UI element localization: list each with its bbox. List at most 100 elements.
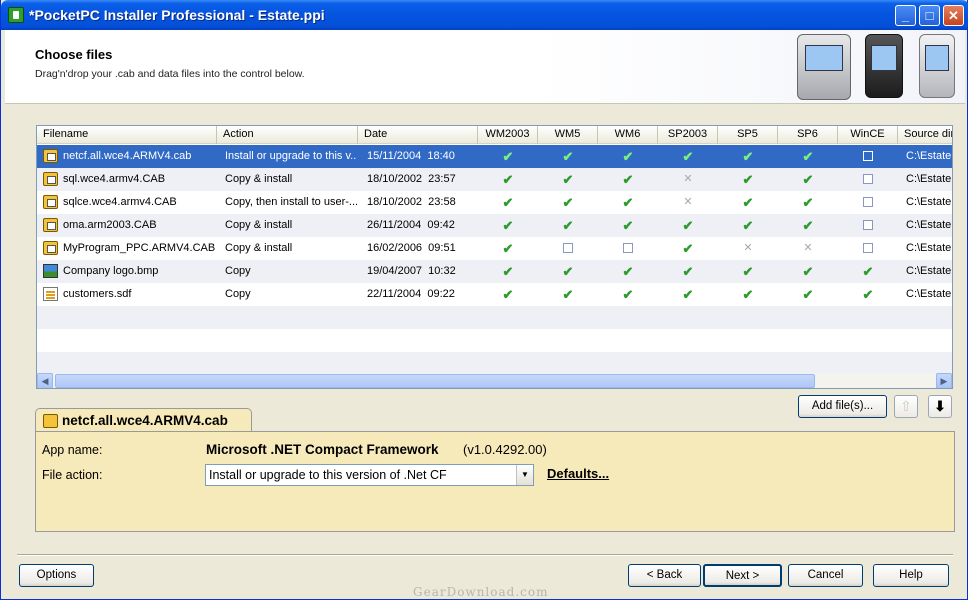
title-bar[interactable]: *PocketPC Installer Professional - Estat… bbox=[1, 0, 968, 30]
app-icon bbox=[8, 7, 24, 23]
column-sp6[interactable]: SP6 bbox=[778, 126, 838, 144]
options-button[interactable]: Options bbox=[19, 564, 94, 587]
empty-checkbox-icon bbox=[563, 243, 573, 254]
table-row[interactable]: oma.arm2003.CAB Copy & install 26/11/2004 … bbox=[37, 214, 952, 237]
horizontal-scrollbar[interactable]: ◀ ▶ bbox=[37, 373, 952, 388]
checkmark-icon: ✔ bbox=[682, 149, 694, 164]
file-list[interactable]: Filename Action Date WM2003 WM5 WM6 SP20… bbox=[36, 125, 953, 389]
cell-wm2003[interactable]: ✔ bbox=[478, 145, 538, 168]
cell-wince[interactable] bbox=[838, 191, 898, 214]
maximize-button[interactable]: □ bbox=[919, 5, 940, 26]
table-row[interactable]: sqlce.wce4.armv4.CAB Copy, then install t… bbox=[37, 191, 952, 214]
cell-wm5[interactable]: ✔ bbox=[538, 214, 598, 237]
column-date[interactable]: Date bbox=[358, 126, 478, 144]
scroll-right-icon[interactable]: ▶ bbox=[936, 373, 952, 388]
column-wm2003[interactable]: WM2003 bbox=[478, 126, 538, 144]
cell-sp6[interactable]: ✕ bbox=[778, 237, 838, 260]
cell-wm5[interactable] bbox=[538, 237, 598, 260]
column-wince[interactable]: WinCE bbox=[838, 126, 898, 144]
cell-sp6[interactable]: ✔ bbox=[778, 260, 838, 283]
cell-sp5[interactable]: ✔ bbox=[718, 260, 778, 283]
table-row[interactable]: netcf.all.wce4.ARMV4.cab Install or upgra… bbox=[37, 145, 952, 168]
column-filename[interactable]: Filename bbox=[37, 126, 217, 144]
cell-wm5[interactable]: ✔ bbox=[538, 145, 598, 168]
cell-sp2003[interactable]: ✔ bbox=[658, 260, 718, 283]
minimize-button[interactable]: _ bbox=[895, 5, 916, 26]
column-sp2003[interactable]: SP2003 bbox=[658, 126, 718, 144]
cell-wm6[interactable]: ✔ bbox=[598, 283, 658, 306]
cell-wm2003[interactable]: ✔ bbox=[478, 214, 538, 237]
cell-sp5[interactable]: ✔ bbox=[718, 145, 778, 168]
file-action-select[interactable]: Install or upgrade to this version of .N… bbox=[205, 464, 534, 486]
column-source-dir[interactable]: Source dir bbox=[898, 126, 952, 144]
cell-wm6[interactable]: ✔ bbox=[598, 191, 658, 214]
table-row[interactable]: customers.sdf Copy 22/11/2004 09:22 ✔ ✔ ✔ ✔ ✔ ✔ ✔… bbox=[37, 283, 952, 306]
cell-wm2003[interactable]: ✔ bbox=[478, 283, 538, 306]
cell-wince[interactable]: ✔ bbox=[838, 260, 898, 283]
checkmark-icon: ✔ bbox=[622, 264, 634, 279]
cell-sp6[interactable]: ✔ bbox=[778, 191, 838, 214]
cell-wince[interactable] bbox=[838, 214, 898, 237]
cell-sp5[interactable]: ✔ bbox=[718, 283, 778, 306]
cell-sp2003[interactable]: ✔ bbox=[658, 145, 718, 168]
next-button[interactable]: Next > bbox=[703, 564, 782, 587]
defaults-link[interactable]: Defaults... bbox=[547, 466, 609, 481]
cell-wm6[interactable]: ✔ bbox=[598, 260, 658, 283]
cell-action: Copy bbox=[225, 288, 251, 300]
cell-wm6[interactable]: ✔ bbox=[598, 214, 658, 237]
cell-wince[interactable] bbox=[838, 145, 898, 168]
cell-wm2003[interactable]: ✔ bbox=[478, 260, 538, 283]
column-sp5[interactable]: SP5 bbox=[718, 126, 778, 144]
cell-wince[interactable] bbox=[838, 237, 898, 260]
cell-wm5[interactable]: ✔ bbox=[538, 191, 598, 214]
move-up-button[interactable]: ⇧ bbox=[894, 395, 918, 418]
cell-sp2003[interactable]: ✔ bbox=[658, 237, 718, 260]
cell-sp6[interactable]: ✔ bbox=[778, 214, 838, 237]
cell-sp2003[interactable]: ✔ bbox=[658, 283, 718, 306]
column-action[interactable]: Action bbox=[217, 126, 358, 144]
cell-sp6[interactable]: ✔ bbox=[778, 145, 838, 168]
table-row[interactable]: sql.wce4.armv4.CAB Copy & install 18/10/20… bbox=[37, 168, 952, 191]
help-button[interactable]: Help bbox=[873, 564, 949, 587]
scroll-left-icon[interactable]: ◀ bbox=[37, 373, 53, 388]
cell-action: Copy bbox=[225, 265, 251, 277]
cell-wm5[interactable]: ✔ bbox=[538, 260, 598, 283]
smartphone-device-image bbox=[865, 34, 903, 98]
cell-sp5[interactable]: ✕ bbox=[718, 237, 778, 260]
cell-sp5[interactable]: ✔ bbox=[718, 191, 778, 214]
column-wm6[interactable]: WM6 bbox=[598, 126, 658, 144]
chevron-down-icon[interactable]: ▼ bbox=[516, 465, 533, 485]
checkmark-icon: ✔ bbox=[742, 218, 754, 233]
cell-wm5[interactable]: ✔ bbox=[538, 168, 598, 191]
back-button[interactable]: < Back bbox=[628, 564, 701, 587]
cell-sp5[interactable]: ✔ bbox=[718, 168, 778, 191]
details-tab[interactable]: netcf.all.wce4.ARMV4.cab bbox=[35, 408, 252, 432]
cell-sp2003[interactable]: ✕ bbox=[658, 168, 718, 191]
add-files-button[interactable]: Add file(s)... bbox=[798, 395, 887, 418]
cell-wm2003[interactable]: ✔ bbox=[478, 237, 538, 260]
checkmark-icon: ✔ bbox=[682, 218, 694, 233]
cell-wm5[interactable]: ✔ bbox=[538, 283, 598, 306]
cell-sp6[interactable]: ✔ bbox=[778, 283, 838, 306]
scroll-thumb[interactable] bbox=[55, 374, 815, 388]
close-button[interactable]: ✕ bbox=[943, 5, 964, 26]
cell-wm6[interactable] bbox=[598, 237, 658, 260]
cell-wm6[interactable]: ✔ bbox=[598, 145, 658, 168]
cell-sp2003[interactable]: ✔ bbox=[658, 214, 718, 237]
cell-wm6[interactable]: ✔ bbox=[598, 168, 658, 191]
column-wm5[interactable]: WM5 bbox=[538, 126, 598, 144]
cancel-button[interactable]: Cancel bbox=[788, 564, 863, 587]
checkmark-icon: ✔ bbox=[622, 195, 634, 210]
cell-wm2003[interactable]: ✔ bbox=[478, 191, 538, 214]
cell-sp6[interactable]: ✔ bbox=[778, 168, 838, 191]
move-down-button[interactable]: ⬇ bbox=[928, 395, 952, 418]
cell-wm2003[interactable]: ✔ bbox=[478, 168, 538, 191]
table-row[interactable]: MyProgram_PPC.ARMV4.CAB Copy & install 16/… bbox=[37, 237, 952, 260]
cell-date: 26/11/2004 09:42 bbox=[367, 219, 455, 231]
cell-wince[interactable] bbox=[838, 168, 898, 191]
cell-sp2003[interactable]: ✕ bbox=[658, 191, 718, 214]
table-row[interactable]: Company logo.bmp Copy 19/04/2007 10:32 ✔ ✔ ✔ ✔… bbox=[37, 260, 952, 283]
cell-wince[interactable]: ✔ bbox=[838, 283, 898, 306]
cell-sp5[interactable]: ✔ bbox=[718, 214, 778, 237]
unsupported-x-icon: ✕ bbox=[683, 196, 693, 208]
